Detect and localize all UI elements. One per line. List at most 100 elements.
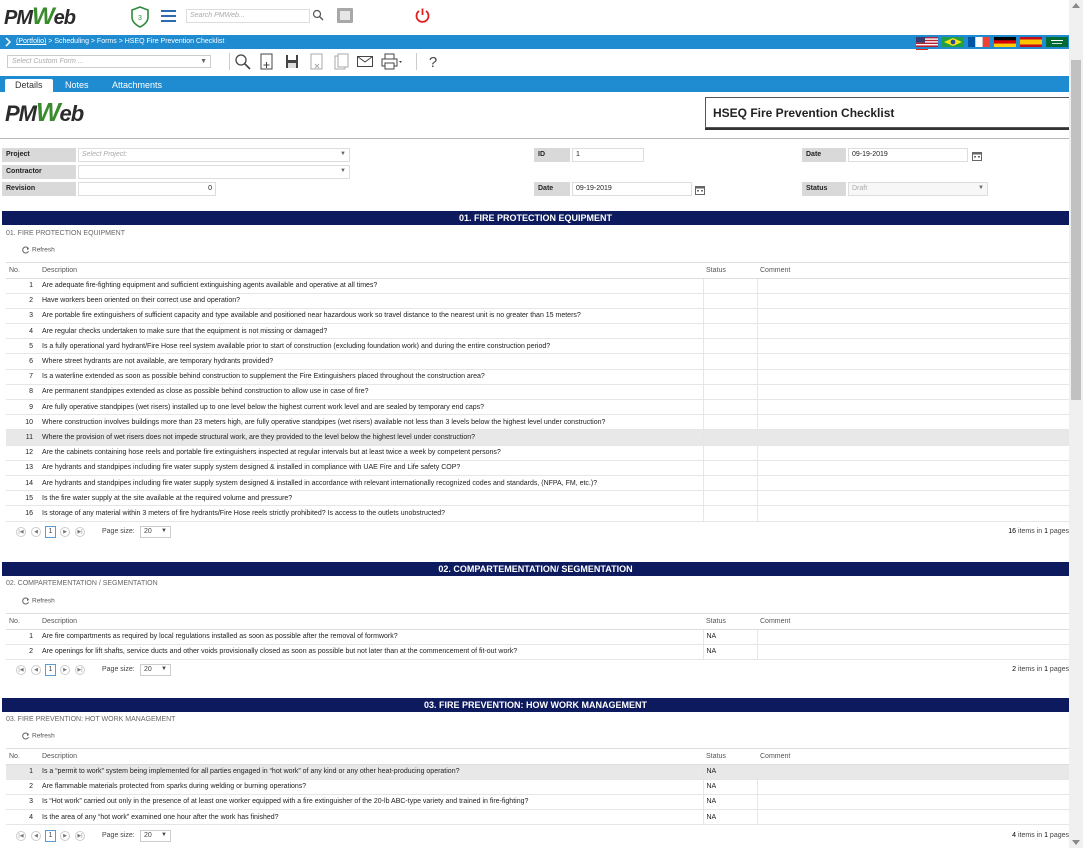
pmweb-logo[interactable]: PMWeb — [4, 3, 76, 31]
scrollbar-thumb[interactable] — [1071, 60, 1081, 400]
column-header-comment[interactable]: Comment — [757, 749, 1069, 765]
project-select[interactable]: Select Project: ▼ — [78, 148, 350, 162]
page-number[interactable]: 1 — [45, 830, 56, 842]
flag-saudi-icon[interactable] — [1045, 37, 1068, 47]
table-row[interactable]: 2 Have workers been oriented on their cor… — [6, 293, 1069, 309]
flag-spain-icon[interactable] — [1019, 37, 1042, 47]
contractor-label: Contractor — [2, 165, 76, 179]
table-row[interactable]: 14 Are hydrants and standpipes including … — [6, 475, 1069, 492]
column-header-status[interactable]: Status — [703, 263, 757, 279]
tab-details[interactable]: Details — [5, 79, 53, 92]
date-input[interactable]: 09-19-2019 — [848, 148, 968, 162]
flag-france-icon[interactable] — [967, 37, 990, 47]
prev-page-icon[interactable]: ◀ — [31, 527, 41, 537]
table-row[interactable]: 1 Are adequate fire-fighting equipment an… — [6, 278, 1069, 294]
id-label: ID — [534, 148, 570, 162]
save-icon[interactable] — [283, 53, 301, 70]
page-number[interactable]: 1 — [45, 664, 56, 676]
pager-info: 2 items in 1 pages — [1012, 666, 1069, 673]
column-header-comment[interactable]: Comment — [757, 263, 1069, 279]
column-header-no[interactable]: No. — [6, 263, 39, 279]
search-icon[interactable] — [312, 9, 324, 21]
first-page-icon[interactable]: |◀ — [16, 665, 26, 675]
calendar-icon[interactable] — [695, 185, 705, 195]
calendar-icon[interactable] — [972, 151, 982, 161]
tab-notes[interactable]: Notes — [55, 79, 99, 92]
table-row[interactable]: 2 Are flammable materials protected from … — [6, 779, 1069, 795]
column-header-no[interactable]: No. — [6, 749, 39, 765]
column-header-description[interactable]: Description — [39, 614, 703, 630]
flag-us-icon[interactable] — [916, 37, 938, 47]
next-page-icon[interactable]: ▶ — [60, 527, 70, 537]
next-page-icon[interactable]: ▶ — [60, 665, 70, 675]
breadcrumb-portfolio-link[interactable]: (Portfolio) — [16, 38, 46, 45]
table-row[interactable]: 16 Is storage of any material within 3 me… — [6, 505, 1069, 522]
custom-form-select[interactable]: Select Custom Form ... ▼ — [7, 55, 211, 68]
table-row[interactable]: 3 Is “Hot work” carried out only in the p… — [6, 794, 1069, 811]
flag-germany-icon[interactable] — [993, 37, 1016, 47]
table-row[interactable]: 5 Is a fully operational yard hydrant/Fir… — [6, 338, 1069, 355]
breadcrumb: (Portfolio) > Scheduling > Forms > HSEQ … — [16, 38, 224, 45]
revision-input[interactable]: 0 — [78, 182, 216, 196]
media-icon[interactable] — [337, 8, 353, 23]
prev-page-icon[interactable]: ◀ — [31, 831, 41, 841]
scroll-down-icon[interactable] — [1072, 840, 1080, 845]
first-page-icon[interactable]: |◀ — [16, 527, 26, 537]
column-header-no[interactable]: No. — [6, 614, 39, 630]
add-icon[interactable] — [258, 53, 276, 70]
menu-icon[interactable] — [161, 10, 176, 22]
copy-icon[interactable] — [332, 53, 350, 70]
last-page-icon[interactable]: ▶| — [75, 665, 85, 675]
shield-notification-icon[interactable]: 3 — [130, 6, 150, 28]
next-page-icon[interactable]: ▶ — [60, 831, 70, 841]
prev-page-icon[interactable]: ◀ — [31, 665, 41, 675]
breadcrumb-chevron-icon[interactable] — [3, 36, 13, 48]
table-row[interactable]: 11 Where the provision of wet risers does… — [6, 429, 1069, 446]
scroll-up-icon[interactable] — [1072, 3, 1080, 8]
table-row[interactable]: 1 Is a “permit to work” system being impl… — [6, 764, 1069, 780]
help-icon[interactable]: ? — [424, 53, 442, 70]
table-row[interactable]: 6 Where street hydrants are not available… — [6, 353, 1069, 370]
refresh-button[interactable]: Refresh — [22, 732, 55, 740]
search-input[interactable]: Search PMWeb... — [186, 9, 310, 23]
first-page-icon[interactable]: |◀ — [16, 831, 26, 841]
column-header-status[interactable]: Status — [703, 614, 757, 630]
refresh-button[interactable]: Refresh — [22, 246, 55, 254]
page-number[interactable]: 1 — [45, 526, 56, 538]
column-header-description[interactable]: Description — [39, 263, 703, 279]
refresh-button[interactable]: Refresh — [22, 597, 55, 605]
table-row[interactable]: 7 Is a waterline extended as soon as poss… — [6, 369, 1069, 385]
table-row[interactable]: 10 Where construction involves buildings … — [6, 414, 1069, 431]
page-size-label: Page size: — [102, 832, 135, 839]
vertical-scrollbar[interactable] — [1069, 0, 1083, 848]
flag-brazil-icon[interactable] — [941, 37, 964, 47]
last-page-icon[interactable]: ▶| — [75, 527, 85, 537]
table-row[interactable]: 4 Are regular checks undertaken to make s… — [6, 323, 1069, 340]
page-size-select[interactable]: 20 ▼ — [140, 664, 171, 676]
table-row[interactable]: 4 Is the area of any “hot work” examined … — [6, 809, 1069, 826]
table-row[interactable]: 8 Are permanent standpipes extended as cl… — [6, 384, 1069, 401]
column-header-description[interactable]: Description — [39, 749, 703, 765]
delete-icon[interactable] — [308, 53, 326, 70]
last-page-icon[interactable]: ▶| — [75, 831, 85, 841]
email-icon[interactable] — [356, 53, 374, 70]
table-row[interactable]: 15 Is the fire water supply at the site a… — [6, 490, 1069, 507]
page-size-select[interactable]: 20 ▼ — [140, 526, 171, 538]
table-row[interactable]: 12 Are the cabinets containing hose reels… — [6, 445, 1069, 461]
id-input[interactable]: 1 — [572, 148, 644, 162]
contractor-select[interactable]: ▼ — [78, 165, 350, 179]
table-row[interactable]: 3 Are portable fire extinguishers of suff… — [6, 308, 1069, 325]
print-icon[interactable] — [381, 53, 403, 70]
table-row[interactable]: 1 Are fire compartments as required by lo… — [6, 629, 1069, 645]
page-size-select[interactable]: 20 ▼ — [140, 830, 171, 842]
column-header-comment[interactable]: Comment — [757, 614, 1069, 630]
column-header-status[interactable]: Status — [703, 749, 757, 765]
table-row[interactable]: 2 Are openings for lift shafts, service d… — [6, 644, 1069, 660]
table-row[interactable]: 13 Are hydrants and standpipes including … — [6, 460, 1069, 476]
find-icon[interactable] — [234, 53, 252, 70]
date-input[interactable]: 09-19-2019 — [572, 182, 692, 196]
tab-attachments[interactable]: Attachments — [102, 79, 172, 92]
status-select[interactable]: Draft ▼ — [848, 182, 988, 196]
power-icon[interactable] — [414, 7, 431, 24]
table-row[interactable]: 9 Are fully operative standpipes (wet ris… — [6, 399, 1069, 416]
